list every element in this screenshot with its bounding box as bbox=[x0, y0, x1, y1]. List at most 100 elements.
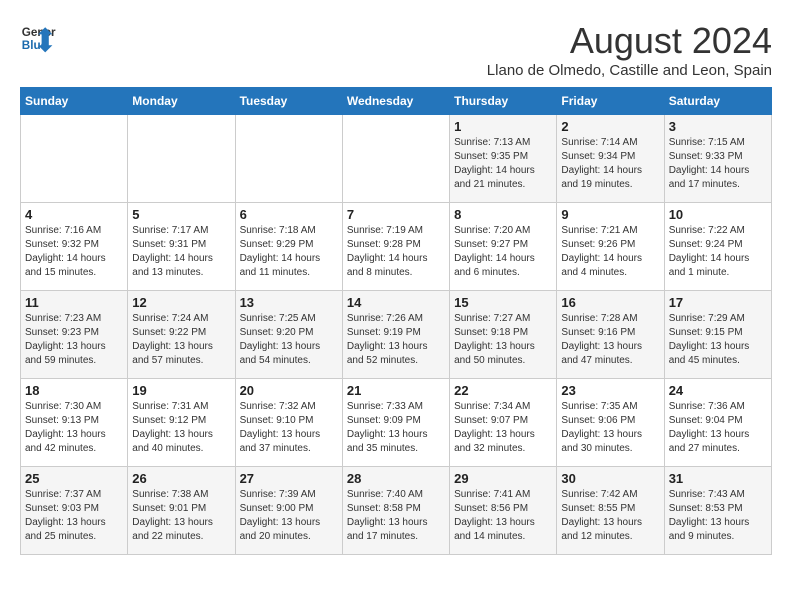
day-info: Sunrise: 7:39 AM Sunset: 9:00 PM Dayligh… bbox=[240, 488, 338, 544]
day-number: 7 bbox=[347, 207, 445, 222]
day-info: Sunrise: 7:17 AM Sunset: 9:31 PM Dayligh… bbox=[132, 224, 230, 280]
day-info: Sunrise: 7:24 AM Sunset: 9:22 PM Dayligh… bbox=[132, 312, 230, 368]
calendar-cell: 9 Sunrise: 7:21 AM Sunset: 9:26 PM Daylig… bbox=[557, 203, 664, 291]
day-number: 20 bbox=[240, 383, 338, 398]
day-info: Sunrise: 7:18 AM Sunset: 9:29 PM Dayligh… bbox=[240, 224, 338, 280]
day-header-saturday: Saturday bbox=[664, 88, 771, 115]
day-number: 21 bbox=[347, 383, 445, 398]
days-header-row: SundayMondayTuesdayWednesdayThursdayFrid… bbox=[21, 88, 772, 115]
calendar-cell: 7 Sunrise: 7:19 AM Sunset: 9:28 PM Daylig… bbox=[342, 203, 449, 291]
day-header-monday: Monday bbox=[128, 88, 235, 115]
day-number: 31 bbox=[669, 471, 767, 486]
day-number: 29 bbox=[454, 471, 552, 486]
calendar-cell: 10 Sunrise: 7:22 AM Sunset: 9:24 PM Dayli… bbox=[664, 203, 771, 291]
day-number: 24 bbox=[669, 383, 767, 398]
calendar-cell bbox=[235, 115, 342, 203]
day-number: 16 bbox=[561, 295, 659, 310]
calendar-cell: 2Sunrise: 7:14 AM Sunset: 9:34 PM Daylig… bbox=[557, 115, 664, 203]
day-number: 22 bbox=[454, 383, 552, 398]
day-header-wednesday: Wednesday bbox=[342, 88, 449, 115]
logo-icon: General Blue bbox=[20, 20, 56, 56]
calendar-cell: 24 Sunrise: 7:36 AM Sunset: 9:04 PM Dayli… bbox=[664, 379, 771, 467]
day-number: 28 bbox=[347, 471, 445, 486]
calendar-cell: 28 Sunrise: 7:40 AM Sunset: 8:58 PM Dayli… bbox=[342, 467, 449, 555]
calendar-week-1: 1 Sunrise: 7:13 AM Sunset: 9:35 PM Daylig… bbox=[21, 115, 772, 203]
calendar-cell: 21Sunrise: 7:33 AM Sunset: 9:09 PM Dayli… bbox=[342, 379, 449, 467]
day-info: Sunrise: 7:16 AM Sunset: 9:32 PM Dayligh… bbox=[25, 224, 123, 280]
day-info: Sunrise: 7:42 AM Sunset: 8:55 PM Dayligh… bbox=[561, 488, 659, 544]
calendar-cell: 22 Sunrise: 7:34 AM Sunset: 9:07 PM Dayli… bbox=[450, 379, 557, 467]
day-info: Sunrise: 7:34 AM Sunset: 9:07 PM Dayligh… bbox=[454, 400, 552, 456]
day-number: 10 bbox=[669, 207, 767, 222]
location-subtitle: Llano de Olmedo, Castille and Leon, Spai… bbox=[487, 62, 772, 79]
day-info: Sunrise: 7:21 AM Sunset: 9:26 PM Dayligh… bbox=[561, 224, 659, 280]
calendar-cell: 1 Sunrise: 7:13 AM Sunset: 9:35 PM Daylig… bbox=[450, 115, 557, 203]
day-info: Sunrise: 7:32 AM Sunset: 9:10 PM Dayligh… bbox=[240, 400, 338, 456]
calendar-cell: 11Sunrise: 7:23 AM Sunset: 9:23 PM Dayli… bbox=[21, 291, 128, 379]
calendar-table: SundayMondayTuesdayWednesdayThursdayFrid… bbox=[20, 87, 772, 555]
day-info: Sunrise: 7:13 AM Sunset: 9:35 PM Dayligh… bbox=[454, 136, 552, 192]
calendar-cell: 14 Sunrise: 7:26 AM Sunset: 9:19 PM Dayli… bbox=[342, 291, 449, 379]
day-info: Sunrise: 7:19 AM Sunset: 9:28 PM Dayligh… bbox=[347, 224, 445, 280]
day-info: Sunrise: 7:20 AM Sunset: 9:27 PM Dayligh… bbox=[454, 224, 552, 280]
logo: General Blue bbox=[20, 20, 56, 56]
day-info: Sunrise: 7:28 AM Sunset: 9:16 PM Dayligh… bbox=[561, 312, 659, 368]
day-info: Sunrise: 7:30 AM Sunset: 9:13 PM Dayligh… bbox=[25, 400, 123, 456]
day-info: Sunrise: 7:29 AM Sunset: 9:15 PM Dayligh… bbox=[669, 312, 767, 368]
day-info: Sunrise: 7:35 AM Sunset: 9:06 PM Dayligh… bbox=[561, 400, 659, 456]
calendar-cell: 30 Sunrise: 7:42 AM Sunset: 8:55 PM Dayli… bbox=[557, 467, 664, 555]
day-number: 23 bbox=[561, 383, 659, 398]
day-number: 25 bbox=[25, 471, 123, 486]
day-info: Sunrise: 7:25 AM Sunset: 9:20 PM Dayligh… bbox=[240, 312, 338, 368]
calendar-cell: 17 Sunrise: 7:29 AM Sunset: 9:15 PM Dayli… bbox=[664, 291, 771, 379]
calendar-cell: 4 Sunrise: 7:16 AM Sunset: 9:32 PM Daylig… bbox=[21, 203, 128, 291]
day-number: 9 bbox=[561, 207, 659, 222]
day-info: Sunrise: 7:40 AM Sunset: 8:58 PM Dayligh… bbox=[347, 488, 445, 544]
day-info: Sunrise: 7:36 AM Sunset: 9:04 PM Dayligh… bbox=[669, 400, 767, 456]
calendar-cell: 12Sunrise: 7:24 AM Sunset: 9:22 PM Dayli… bbox=[128, 291, 235, 379]
day-header-tuesday: Tuesday bbox=[235, 88, 342, 115]
calendar-cell bbox=[21, 115, 128, 203]
day-number: 4 bbox=[25, 207, 123, 222]
calendar-cell: 13 Sunrise: 7:25 AM Sunset: 9:20 PM Dayli… bbox=[235, 291, 342, 379]
day-info: Sunrise: 7:41 AM Sunset: 8:56 PM Dayligh… bbox=[454, 488, 552, 544]
calendar-cell bbox=[128, 115, 235, 203]
calendar-cell: 25 Sunrise: 7:37 AM Sunset: 9:03 PM Dayli… bbox=[21, 467, 128, 555]
day-info: Sunrise: 7:15 AM Sunset: 9:33 PM Dayligh… bbox=[669, 136, 767, 192]
calendar-week-4: 18 Sunrise: 7:30 AM Sunset: 9:13 PM Dayli… bbox=[21, 379, 772, 467]
day-number: 27 bbox=[240, 471, 338, 486]
calendar-cell: 6 Sunrise: 7:18 AM Sunset: 9:29 PM Daylig… bbox=[235, 203, 342, 291]
calendar-cell: 3 Sunrise: 7:15 AM Sunset: 9:33 PM Daylig… bbox=[664, 115, 771, 203]
day-info: Sunrise: 7:27 AM Sunset: 9:18 PM Dayligh… bbox=[454, 312, 552, 368]
day-number: 14 bbox=[347, 295, 445, 310]
day-number: 3 bbox=[669, 119, 767, 134]
day-header-sunday: Sunday bbox=[21, 88, 128, 115]
calendar-cell: 8Sunrise: 7:20 AM Sunset: 9:27 PM Daylig… bbox=[450, 203, 557, 291]
calendar-cell: 31Sunrise: 7:43 AM Sunset: 8:53 PM Dayli… bbox=[664, 467, 771, 555]
day-number: 13 bbox=[240, 295, 338, 310]
day-number: 15 bbox=[454, 295, 552, 310]
day-info: Sunrise: 7:22 AM Sunset: 9:24 PM Dayligh… bbox=[669, 224, 767, 280]
day-info: Sunrise: 7:37 AM Sunset: 9:03 PM Dayligh… bbox=[25, 488, 123, 544]
day-info: Sunrise: 7:38 AM Sunset: 9:01 PM Dayligh… bbox=[132, 488, 230, 544]
calendar-cell: 20 Sunrise: 7:32 AM Sunset: 9:10 PM Dayli… bbox=[235, 379, 342, 467]
calendar-cell: 16 Sunrise: 7:28 AM Sunset: 9:16 PM Dayli… bbox=[557, 291, 664, 379]
day-number: 5 bbox=[132, 207, 230, 222]
day-number: 17 bbox=[669, 295, 767, 310]
day-number: 26 bbox=[132, 471, 230, 486]
day-number: 1 bbox=[454, 119, 552, 134]
day-info: Sunrise: 7:26 AM Sunset: 9:19 PM Dayligh… bbox=[347, 312, 445, 368]
day-info: Sunrise: 7:31 AM Sunset: 9:12 PM Dayligh… bbox=[132, 400, 230, 456]
calendar-cell: 18 Sunrise: 7:30 AM Sunset: 9:13 PM Dayli… bbox=[21, 379, 128, 467]
calendar-cell: 19 Sunrise: 7:31 AM Sunset: 9:12 PM Dayli… bbox=[128, 379, 235, 467]
day-header-friday: Friday bbox=[557, 88, 664, 115]
calendar-cell: 26 Sunrise: 7:38 AM Sunset: 9:01 PM Dayli… bbox=[128, 467, 235, 555]
day-number: 18 bbox=[25, 383, 123, 398]
day-number: 30 bbox=[561, 471, 659, 486]
title-block: August 2024 Llano de Olmedo, Castille an… bbox=[487, 20, 772, 79]
day-number: 6 bbox=[240, 207, 338, 222]
month-year-title: August 2024 bbox=[487, 20, 772, 62]
day-info: Sunrise: 7:23 AM Sunset: 9:23 PM Dayligh… bbox=[25, 312, 123, 368]
calendar-cell: 5 Sunrise: 7:17 AM Sunset: 9:31 PM Daylig… bbox=[128, 203, 235, 291]
day-number: 19 bbox=[132, 383, 230, 398]
